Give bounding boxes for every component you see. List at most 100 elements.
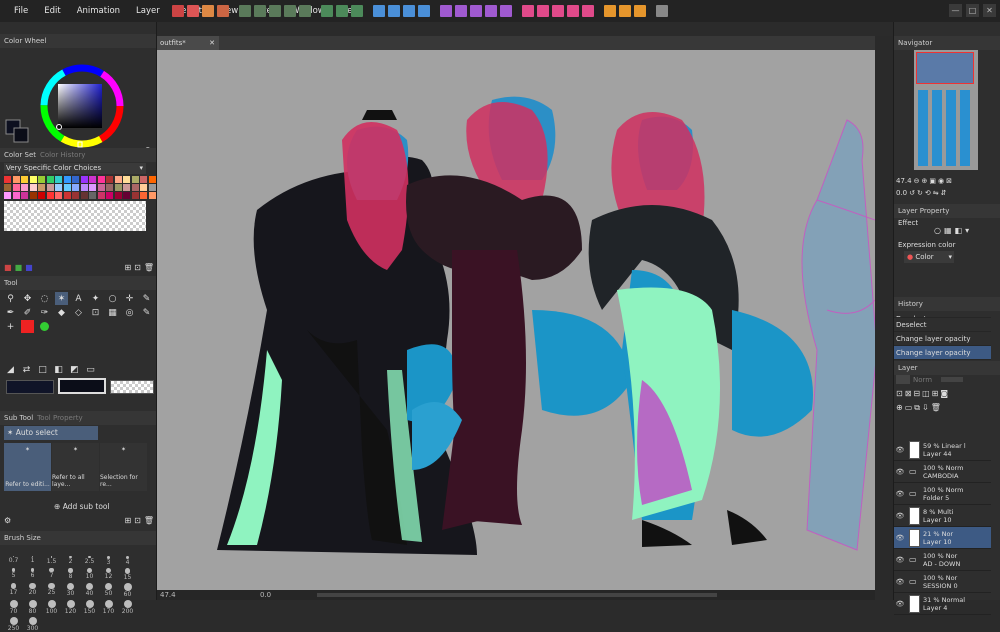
reset-rotate-icon[interactable]: ⟲ (925, 189, 931, 197)
color-swatch[interactable] (97, 176, 105, 183)
pen-tool-icon[interactable]: ✒ (4, 306, 17, 319)
flip-horizontal-icon[interactable] (567, 5, 579, 17)
navigator-view-rect[interactable] (916, 52, 974, 84)
reference-icon[interactable]: ⊠ (905, 389, 912, 398)
chevron-down-icon[interactable]: ▾ (965, 226, 969, 235)
mask-icon[interactable]: ◫ (922, 389, 930, 398)
eye-icon[interactable]: 👁 (894, 512, 906, 520)
flip-icon[interactable] (336, 5, 348, 17)
color-swatch[interactable] (4, 192, 11, 199)
show-selection-icon[interactable] (418, 5, 430, 17)
brush-size-option[interactable]: 150 (80, 599, 99, 615)
color-swatch[interactable] (72, 192, 79, 199)
hand-icon[interactable]: ✛ (123, 292, 136, 305)
horizontal-scrollbar[interactable] (317, 593, 717, 597)
color-swatch[interactable] (38, 176, 45, 183)
color-swatch[interactable] (80, 192, 88, 199)
brush-size-option[interactable]: 170 (99, 599, 118, 615)
actual-size-icon[interactable] (470, 5, 482, 17)
close-tab-icon[interactable]: ✕ (209, 36, 215, 50)
merge-icon[interactable]: ⇩ (922, 403, 929, 413)
rotate-left-icon[interactable]: ↺ (909, 189, 915, 197)
red-color-icon[interactable] (21, 320, 34, 333)
snap-grid-icon[interactable] (634, 5, 646, 17)
layer-row[interactable]: 👁 ▭ 100 % Norm CAMBODIA (894, 461, 991, 483)
close-button[interactable]: ✕ (983, 4, 996, 17)
vertical-scrollbar[interactable] (875, 36, 893, 590)
color-bar-icon[interactable]: ▭ (84, 363, 97, 376)
angle-readout[interactable]: 0.0 (260, 591, 271, 599)
brush-size-option[interactable]: 6 (23, 568, 42, 581)
delete-color-icon[interactable]: 🗑 (144, 263, 154, 272)
color-swatch[interactable] (123, 176, 130, 183)
brush-size-option[interactable]: 200 (118, 599, 137, 615)
brush-size-option[interactable]: 120 (61, 599, 80, 615)
color-swatch[interactable] (114, 192, 122, 199)
history-item-selected[interactable]: Change layer opacity (894, 346, 991, 360)
tone-effect-icon[interactable]: ▦ (944, 226, 952, 235)
layer-row[interactable]: 👁 31 % Normal Layer 4 (894, 593, 991, 615)
navigator-preview[interactable] (914, 50, 978, 170)
maximize-button[interactable]: □ (966, 4, 979, 17)
menu-item-file[interactable]: File (6, 0, 36, 22)
brush-size-option[interactable]: 2 (61, 556, 80, 566)
color-swatch[interactable] (4, 184, 11, 191)
figure-tool-icon[interactable]: ⊡ (89, 306, 102, 319)
brush-size-option[interactable]: 12 (99, 568, 118, 581)
zoom-out-icon[interactable] (455, 5, 467, 17)
color-swatch[interactable] (89, 176, 96, 183)
color-swatch[interactable] (80, 176, 88, 183)
open-icon[interactable] (187, 5, 199, 17)
color-swatch[interactable] (131, 176, 139, 183)
color-swatch[interactable] (12, 192, 20, 199)
opacity-slider[interactable] (941, 377, 964, 382)
color-swatch[interactable] (38, 184, 45, 191)
color-swatch[interactable] (131, 192, 139, 199)
sub-tool-settings-icon[interactable]: ⚙ (4, 516, 11, 525)
mix-icon[interactable]: ◧ (52, 363, 65, 376)
brush-size-option[interactable]: 4 (118, 556, 137, 566)
zoom-out-icon[interactable]: ⊖ (914, 177, 920, 185)
zoom-in-icon[interactable] (440, 5, 452, 17)
redo-icon[interactable] (254, 5, 266, 17)
rotate-icon[interactable] (351, 5, 363, 17)
snap-ruler-icon[interactable] (604, 5, 616, 17)
brush-size-option[interactable]: 0.7 (4, 556, 23, 566)
move-tool-icon[interactable]: ✥ (21, 292, 34, 305)
color-swatch[interactable] (55, 184, 62, 191)
color-swatch[interactable] (80, 184, 88, 191)
brush-size-option[interactable]: 5 (4, 568, 23, 581)
delete-sub-tool-icon[interactable]: 🗑 (144, 516, 154, 525)
add-sub-tool-button[interactable]: ⊕ Add sub tool (54, 502, 110, 511)
sub-color-chip[interactable] (58, 378, 106, 394)
color-swatch[interactable] (140, 184, 147, 191)
sub-tool-item[interactable]: ✶ Refer to all laye... (52, 443, 99, 491)
color-swatch[interactable] (123, 192, 130, 199)
fill-tool-icon[interactable]: ✦ (89, 292, 102, 305)
save-icon[interactable] (202, 5, 214, 17)
clip-icon[interactable]: ⊡ (896, 389, 903, 398)
color-set-title[interactable]: Color Set (4, 151, 36, 159)
expression-color-dropdown[interactable]: ● Color ▾ (904, 251, 954, 263)
clear-outside-icon[interactable] (284, 5, 296, 17)
frame-tool-icon[interactable]: ▦ (106, 306, 119, 319)
contour-icon[interactable]: ◩ (68, 363, 81, 376)
group-sub-tool-icon[interactable]: ⊡ (134, 516, 141, 525)
copy-sub-tool-icon[interactable]: ⊞ (124, 516, 131, 525)
new-folder-icon[interactable]: ▭ (905, 403, 913, 413)
add-color-icon[interactable]: ⊞ (124, 263, 131, 272)
deselect-icon[interactable] (388, 5, 400, 17)
border-effect-icon[interactable]: ○ (934, 226, 941, 235)
color-swatch[interactable] (114, 176, 122, 183)
color-swatch[interactable] (106, 184, 113, 191)
color-swatch[interactable] (55, 176, 62, 183)
color-swatch[interactable] (46, 176, 54, 183)
color-wheel-header[interactable]: Color Wheel (0, 34, 156, 48)
color-swatch[interactable] (21, 176, 28, 183)
color-history-tab[interactable]: Color History (40, 151, 85, 159)
color-swatch[interactable] (131, 184, 139, 191)
color-swatch[interactable] (140, 192, 147, 199)
color-swatch[interactable] (148, 176, 156, 183)
sub-tool-title[interactable]: Sub Tool (4, 414, 33, 422)
flip-h-icon[interactable]: ⇋ (933, 189, 939, 197)
